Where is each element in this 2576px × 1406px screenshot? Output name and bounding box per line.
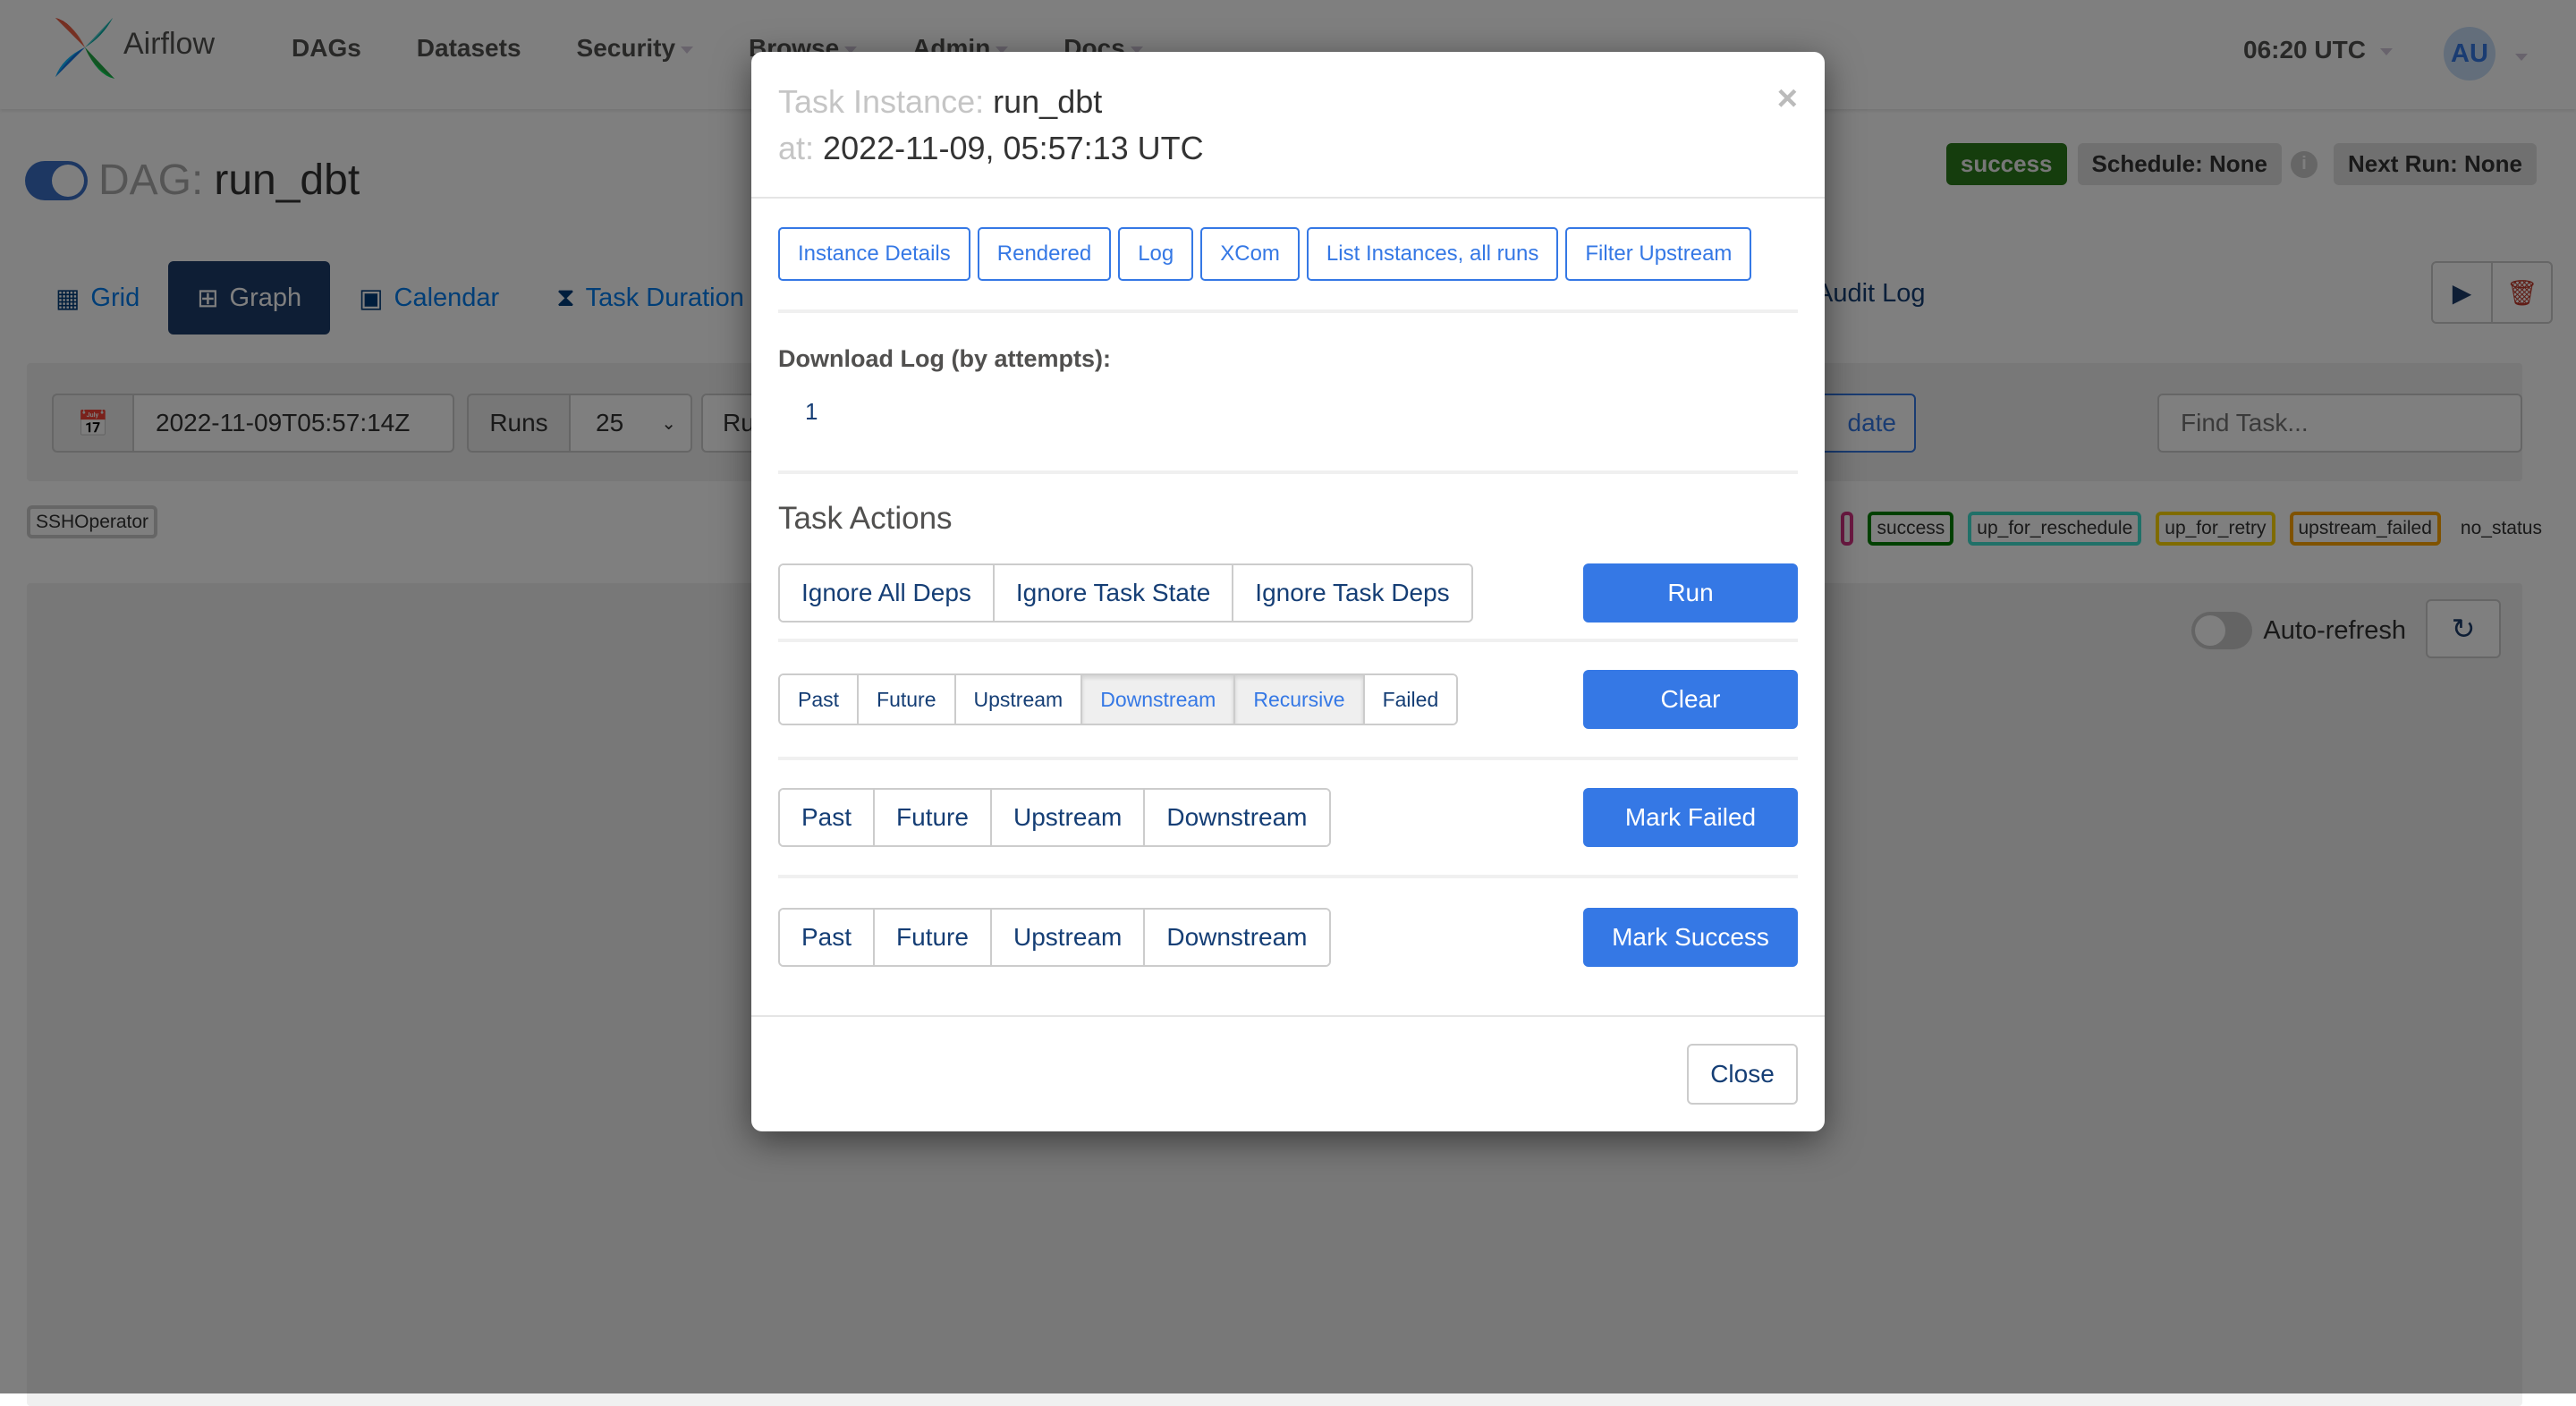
mark-success-downstream-toggle[interactable]: Downstream — [1145, 910, 1329, 965]
modal-body: Instance Details Rendered Log XCom List … — [751, 199, 1825, 996]
clear-failed-toggle[interactable]: Failed — [1364, 675, 1457, 724]
xcom-button[interactable]: XCom — [1200, 227, 1300, 281]
download-attempt-link[interactable]: 1 — [805, 398, 818, 426]
modal-header: Task Instance: run_dbt at: 2022-11-09, 0… — [751, 52, 1825, 199]
clear-upstream-toggle[interactable]: Upstream — [955, 675, 1083, 724]
rendered-button[interactable]: Rendered — [977, 227, 1112, 281]
log-button[interactable]: Log — [1118, 227, 1194, 281]
mark-failed-button[interactable]: Mark Failed — [1583, 788, 1798, 847]
mark-success-past-toggle[interactable]: Past — [780, 910, 876, 965]
filter-upstream-button[interactable]: Filter Upstream — [1565, 227, 1752, 281]
mark-success-action-row: Past Future Upstream Downstream Mark Suc… — [778, 878, 1798, 996]
title-key: Task Instance: — [778, 83, 985, 120]
mark-failed-action-row: Past Future Upstream Downstream Mark Fai… — [778, 760, 1798, 878]
clear-future-toggle[interactable]: Future — [859, 675, 956, 724]
mark-success-button[interactable]: Mark Success — [1583, 908, 1798, 967]
clear-options-group: Past Future Upstream Downstream Recursiv… — [778, 673, 1459, 725]
download-log-section: Download Log (by attempts): 1 — [778, 313, 1798, 474]
close-button[interactable]: Close — [1687, 1044, 1798, 1105]
mark-failed-downstream-toggle[interactable]: Downstream — [1145, 790, 1329, 845]
list-instances-button[interactable]: List Instances, all runs — [1306, 227, 1559, 281]
run-button[interactable]: Run — [1583, 563, 1798, 623]
mark-success-upstream-toggle[interactable]: Upstream — [991, 910, 1146, 965]
task-actions-title: Task Actions — [778, 501, 953, 536]
mark-failed-upstream-toggle[interactable]: Upstream — [991, 790, 1146, 845]
clear-downstream-toggle[interactable]: Downstream — [1082, 675, 1236, 724]
mark-failed-past-toggle[interactable]: Past — [780, 790, 876, 845]
run-options-group: Ignore All Deps Ignore Task State Ignore… — [778, 563, 1473, 623]
task-id: run_dbt — [993, 83, 1103, 120]
ignore-task-deps-toggle[interactable]: Ignore Task Deps — [1233, 565, 1471, 621]
clear-button[interactable]: Clear — [1583, 670, 1798, 729]
ignore-task-state-toggle[interactable]: Ignore Task State — [994, 565, 1234, 621]
run-action-row: Ignore All Deps Ignore Task State Ignore… — [778, 544, 1798, 642]
download-log-label: Download Log (by attempts): — [778, 345, 1111, 372]
ignore-all-deps-toggle[interactable]: Ignore All Deps — [780, 565, 995, 621]
close-icon[interactable]: × — [1777, 79, 1798, 119]
mark-failed-options-group: Past Future Upstream Downstream — [778, 788, 1331, 847]
modal-title: Task Instance: run_dbt — [778, 79, 1798, 125]
mark-failed-future-toggle[interactable]: Future — [875, 790, 992, 845]
execution-date: 2022-11-09, 05:57:13 UTC — [823, 130, 1204, 166]
clear-action-row: Past Future Upstream Downstream Recursiv… — [778, 642, 1798, 760]
modal-footer: Close — [751, 1015, 1825, 1131]
task-instance-modal: Task Instance: run_dbt at: 2022-11-09, 0… — [751, 52, 1825, 1131]
mark-success-future-toggle[interactable]: Future — [875, 910, 992, 965]
mark-success-options-group: Past Future Upstream Downstream — [778, 908, 1331, 967]
at-key: at: — [778, 130, 815, 166]
clear-past-toggle[interactable]: Past — [780, 675, 860, 724]
instance-details-button[interactable]: Instance Details — [778, 227, 970, 281]
modal-subtitle: at: 2022-11-09, 05:57:13 UTC — [778, 125, 1798, 172]
task-links: Instance Details Rendered Log XCom List … — [778, 199, 1798, 313]
clear-recursive-toggle[interactable]: Recursive — [1235, 675, 1365, 724]
